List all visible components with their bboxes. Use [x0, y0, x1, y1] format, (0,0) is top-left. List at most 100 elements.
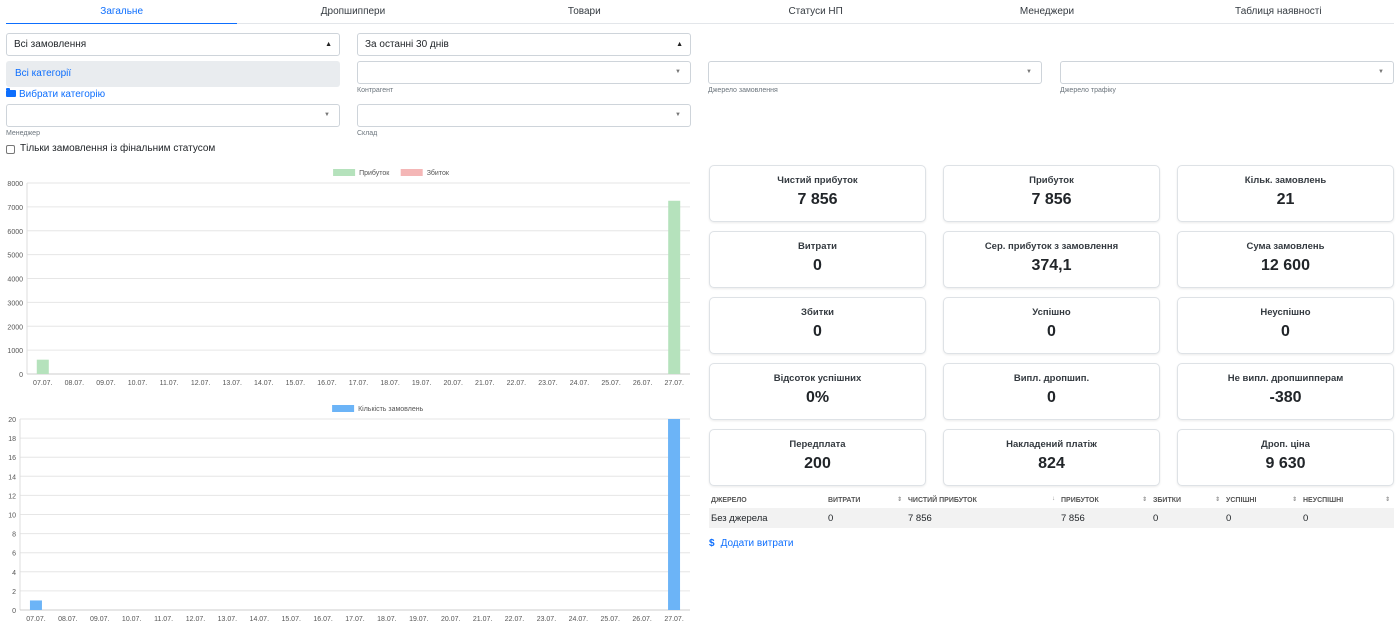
col-header-unsuccessful[interactable]: НЕУСПІШНІ ⇕: [1301, 492, 1394, 508]
folder-icon: [6, 88, 16, 97]
y-tick-label: 1000: [7, 348, 23, 355]
traffic-source-select[interactable]: ▼: [1060, 61, 1394, 84]
sort-icon: ⇕: [896, 497, 902, 503]
counterparty-label: Контрагент: [357, 87, 394, 94]
x-tick-label: 16.07.: [317, 380, 337, 387]
y-tick-label: 10: [8, 513, 16, 520]
sort-arrows-icon: ▲: [325, 41, 332, 48]
x-tick-label: 11.07.: [160, 380, 179, 387]
stat-card: Випл. дропшип. 0: [943, 363, 1160, 420]
stat-value: 0%: [805, 389, 830, 406]
legend-swatch: [332, 405, 355, 412]
category-box[interactable]: Всі категорії: [6, 61, 340, 87]
final-status-checkbox[interactable]: Тільки замовлення із фінальним статусом: [6, 144, 215, 154]
x-tick-label: 18.07.: [377, 616, 397, 623]
x-tick-label: 13.07.: [218, 616, 238, 623]
period-select[interactable]: За останні 30 днів ▲: [357, 33, 691, 56]
stat-card: Сума замовлень 12 600: [1177, 231, 1394, 288]
stat-value: 824: [1038, 455, 1065, 472]
bar: [36, 359, 49, 374]
x-tick-label: 20.07.: [441, 616, 461, 623]
col-header-expenses[interactable]: ВИТРАТИ ⇕: [826, 492, 906, 508]
legend-label: Збиток: [427, 169, 450, 177]
x-tick-label: 25.07.: [601, 380, 621, 387]
tab-stock-table[interactable]: Таблиця наявності: [1163, 0, 1394, 23]
stat-card: Відсоток успішних 0%: [709, 363, 926, 420]
stat-value: 9 630: [1265, 455, 1306, 472]
x-tick-label: 07.07.: [33, 380, 53, 387]
choose-category-label: Вибрати категорію: [19, 89, 106, 100]
tab-np-statuses[interactable]: Статуси НП: [700, 0, 931, 23]
y-tick-label: 12: [8, 493, 16, 500]
stat-label: Не випл. дропшипперам: [1227, 373, 1344, 384]
warehouse-label: Склад: [357, 130, 378, 137]
x-tick-label: 27.07.: [664, 616, 684, 623]
stat-value: 0: [1047, 323, 1056, 340]
chevron-down-icon: ▼: [675, 69, 681, 75]
stat-label: Сер. прибуток з замовлення: [984, 241, 1119, 252]
checkbox-box[interactable]: [6, 144, 15, 154]
stat-card: Не випл. дропшипперам -380: [1177, 363, 1394, 420]
x-tick-label: 08.07.: [58, 616, 78, 623]
stat-card: Витрати 0: [709, 231, 926, 288]
x-tick-label: 09.07.: [96, 380, 116, 387]
table-cell: Без джерела: [709, 508, 826, 528]
stat-card: Накладений платіж 824: [943, 429, 1160, 486]
y-tick-label: 8000: [7, 181, 23, 188]
tab-bar: Загальне Дропшиппери Товари Статуси НП М…: [6, 0, 1394, 24]
col-header-successful[interactable]: УСПІШНІ ⇕: [1224, 492, 1301, 508]
tab-dropshippers[interactable]: Дропшиппери: [237, 0, 468, 23]
stat-label: Збитки: [801, 307, 834, 318]
stat-value: -380: [1269, 389, 1302, 406]
col-header-net-profit[interactable]: ЧИСТИЙ ПРИБУТОК ↓: [906, 492, 1059, 508]
tab-managers[interactable]: Менеджери: [931, 0, 1162, 23]
chart-svg: 0 1000 2000 3000 4000 5000 6000 7000 8000 07.07. 0…: [7, 169, 690, 387]
table-cell: 0: [826, 508, 906, 528]
stat-card: Чистий прибуток 7 856: [709, 165, 926, 222]
stat-value: 7 856: [797, 191, 838, 208]
stat-label: Відсоток успішних: [773, 373, 862, 384]
stat-label: Сума замовлень: [1246, 241, 1325, 252]
table-cell: 0: [1301, 508, 1394, 528]
stat-label: Витрати: [798, 241, 837, 252]
manager-label: Менеджер: [6, 130, 40, 137]
stat-card: Збитки 0: [709, 297, 926, 354]
stat-value: 7 856: [1031, 191, 1072, 208]
x-tick-label: 14.07.: [250, 616, 270, 623]
y-tick-label: 16: [8, 455, 16, 462]
order-source-select[interactable]: ▼: [708, 61, 1042, 84]
stats-cards: Чистий прибуток 7 856 Прибуток 7 856 Кільк…: [709, 165, 1394, 486]
tab-general[interactable]: Загальне: [6, 0, 238, 24]
col-header-profit[interactable]: ПРИБУТОК ⇕: [1059, 492, 1151, 508]
choose-category-link[interactable]: Вибрати категорію: [6, 88, 106, 101]
tab-products[interactable]: Товари: [469, 0, 700, 23]
x-tick-label: 23.07.: [537, 616, 557, 623]
x-tick-label: 12.07.: [186, 616, 206, 623]
stat-label: Передплата: [789, 439, 846, 450]
manager-select[interactable]: ▼: [6, 104, 340, 127]
x-tick-label: 17.07.: [349, 380, 369, 387]
stat-label: Чистий прибуток: [777, 175, 858, 186]
stat-value: 0: [1047, 389, 1056, 406]
x-tick-label: 24.07.: [570, 380, 590, 387]
stat-card: Дроп. ціна 9 630: [1177, 429, 1394, 486]
orders-select[interactable]: Всі замовлення ▲: [6, 33, 340, 56]
x-tick-label: 15.07.: [286, 380, 306, 387]
stat-value: 374,1: [1031, 257, 1072, 274]
col-header-losses[interactable]: ЗБИТКИ ⇕: [1151, 492, 1224, 508]
y-tick-label: 0: [12, 608, 16, 615]
y-tick-label: 14: [8, 474, 16, 481]
counterparty-select[interactable]: ▼: [357, 61, 691, 84]
x-tick-label: 22.07.: [505, 616, 525, 623]
x-tick-label: 16.07.: [313, 616, 333, 623]
stat-card: Прибуток 7 856: [943, 165, 1160, 222]
add-expenses-link[interactable]: $ Додати витрати: [709, 537, 793, 551]
legend-swatch: [400, 169, 423, 176]
col-header-source[interactable]: ДЖЕРЕЛО: [709, 492, 826, 508]
x-tick-label: 09.07.: [90, 616, 110, 623]
stat-value: 200: [804, 455, 831, 472]
traffic-source-label: Джерело трафіку: [1060, 87, 1116, 94]
x-tick-label: 10.07.: [122, 616, 142, 623]
x-tick-label: 26.07.: [632, 616, 652, 623]
warehouse-select[interactable]: ▼: [357, 104, 691, 127]
